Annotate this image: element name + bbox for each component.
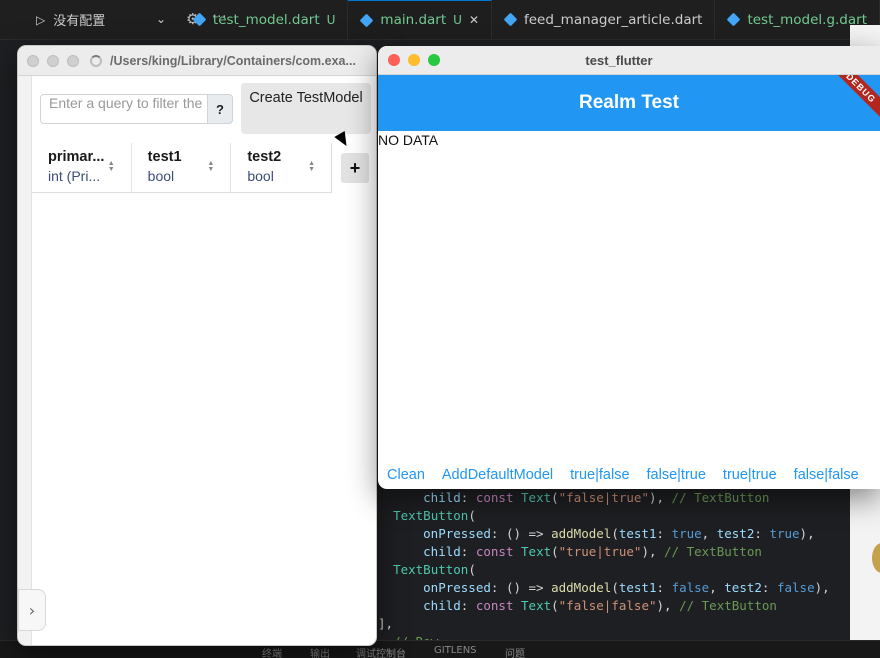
window-title: test_flutter [585, 53, 653, 68]
code-line: TextButton( [393, 508, 476, 523]
sort-icon[interactable]: ▲ ▼ [207, 160, 214, 173]
play-icon[interactable]: ▷ [36, 13, 45, 27]
tab-label: main.dart [380, 12, 447, 28]
column-name: primar... [48, 149, 105, 165]
code-line: child: const Text("false|true"), // Text… [423, 490, 770, 505]
realm-studio-window: /Users/king/Library/Containers/com.exa..… [17, 45, 377, 646]
text-button[interactable]: false|true [647, 467, 706, 483]
code-line: child: const Text("false|false"), // Tex… [423, 598, 777, 613]
dart-file-icon [360, 13, 374, 27]
run-config[interactable]: ▷ 没有配置 ⌄ ⚙ ··· [0, 0, 226, 39]
app-bar: Realm Test DEBUG [378, 75, 880, 131]
column-name: test2 [247, 149, 282, 165]
code-line: onPressed: () => addModel(test1: true, t… [423, 526, 815, 541]
create-testmodel-button[interactable]: Create TestModel [241, 83, 371, 134]
add-column-button[interactable]: + [341, 153, 369, 183]
dart-file-icon [727, 12, 741, 27]
query-input[interactable]: Enter a query to filter the list [40, 94, 208, 124]
column-header-test2[interactable]: test2 bool ▲ ▼ [231, 143, 331, 192]
loading-icon [90, 54, 102, 67]
text-button[interactable]: Clean [387, 467, 425, 483]
column-type: bool [147, 168, 175, 184]
tab-status: U [453, 13, 462, 27]
realm-file-path: /Users/king/Library/Containers/com.exa..… [110, 53, 356, 68]
realm-sidebar [18, 76, 32, 645]
zoom-window-button[interactable] [67, 54, 79, 67]
app-bar-title: Realm Test [579, 92, 679, 113]
editor-tab[interactable]: feed_manager_article.dart [492, 0, 716, 39]
close-icon[interactable]: ✕ [469, 13, 479, 27]
table-header: primar... int (Pri... ▲ ▼ test1 bool ▲ ▼ t… [32, 143, 332, 193]
sort-icon[interactable]: ▲ ▼ [108, 160, 115, 173]
chevron-down-icon[interactable]: ⌄ [156, 12, 166, 26]
editor-tab[interactable]: main.dart U ✕ [348, 0, 492, 39]
column-name: test1 [147, 149, 182, 165]
code-line: child: const Text("true|true"), // TextB… [423, 544, 762, 559]
panel-tab[interactable]: GITLENS [434, 645, 477, 656]
dart-file-icon [503, 12, 518, 27]
sidebar-toggle-button[interactable]: › [18, 589, 46, 631]
tab-status: U [326, 12, 336, 27]
code-line: TextButton( [393, 562, 476, 577]
empty-state-text: NO DATA [378, 132, 439, 148]
tab-label: feed_manager_article.dart [524, 11, 703, 28]
text-button[interactable]: false|false [794, 467, 859, 483]
debug-banner: DEBUG [824, 75, 880, 125]
panel-tab[interactable]: 终端 [262, 645, 282, 658]
more-icon[interactable]: ··· [212, 10, 227, 25]
text-button[interactable]: true|true [723, 467, 777, 483]
editor-tabs: test_model.dart Umain.dart U ✕ feed_manager_… [181, 0, 880, 39]
panel-tab[interactable]: 输出 [310, 645, 330, 658]
avatar [872, 543, 880, 573]
code-line: ], [378, 616, 394, 631]
minimize-window-button[interactable] [47, 54, 59, 67]
code-line: onPressed: () => addModel(test1: false, … [423, 580, 830, 595]
run-config-label: 没有配置 [53, 14, 106, 29]
panel-tab[interactable]: 调试控制台 [356, 645, 406, 658]
column-header-primarykey[interactable]: primar... int (Pri... ▲ ▼ [32, 143, 132, 192]
vscode-tabbar: ▷ 没有配置 ⌄ ⚙ ··· test_model.dart Umain.dart… [0, 0, 880, 40]
realm-titlebar: /Users/king/Library/Containers/com.exa..… [18, 46, 376, 76]
text-button[interactable]: AddDefaultModel [442, 467, 553, 483]
flutter-app-window: test_flutter Realm Test DEBUG NO DATA Cl… [378, 46, 880, 489]
editor-tab[interactable]: test_model.dart U [181, 0, 349, 39]
sort-icon[interactable]: ▲ ▼ [308, 160, 315, 173]
action-button-row: Clean AddDefaultModel true|false false|true… [378, 467, 867, 483]
query-help-button[interactable]: ? [207, 94, 233, 124]
panel-tab[interactable]: 问题 [505, 645, 525, 658]
column-type: bool [247, 168, 274, 184]
flutter-titlebar: test_flutter [378, 46, 880, 75]
column-type: int (Pri... [48, 168, 101, 184]
close-window-button[interactable] [27, 54, 39, 67]
tab-label: test_model.dart [212, 11, 320, 28]
column-header-test1[interactable]: test1 bool ▲ ▼ [132, 143, 232, 192]
text-button[interactable]: true|false [570, 467, 629, 483]
